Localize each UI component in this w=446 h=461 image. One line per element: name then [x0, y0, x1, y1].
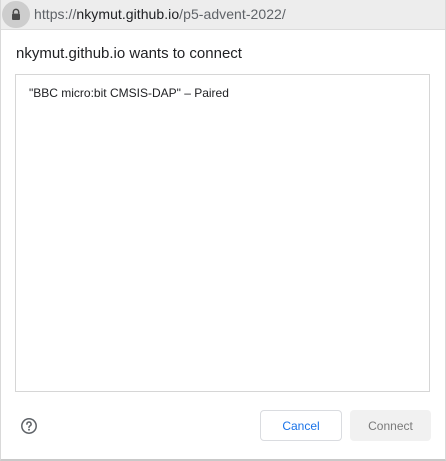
help-circle-icon[interactable] [20, 417, 38, 435]
dialog-title: nkymut.github.io wants to connect [16, 45, 242, 62]
connect-button[interactable]: Connect [350, 410, 431, 441]
url-path: /p5-advent-2022/ [179, 6, 286, 22]
url-host: nkymut.github.io [76, 6, 180, 22]
lock-icon [12, 8, 20, 20]
cancel-button[interactable]: Cancel [260, 410, 342, 441]
device-list[interactable]: "BBC micro:bit CMSIS-DAP" – Paired [15, 74, 430, 392]
site-info-button[interactable] [2, 1, 30, 28]
url-scheme: https:// [34, 6, 77, 22]
url-text[interactable]: https://nkymut.github.io/p5-advent-2022/ [34, 6, 286, 22]
address-bar[interactable]: https://nkymut.github.io/p5-advent-2022/ [1, 0, 445, 30]
connect-dialog-window: https://nkymut.github.io/p5-advent-2022/… [0, 0, 446, 461]
device-list-item[interactable]: "BBC micro:bit CMSIS-DAP" – Paired [29, 86, 229, 100]
